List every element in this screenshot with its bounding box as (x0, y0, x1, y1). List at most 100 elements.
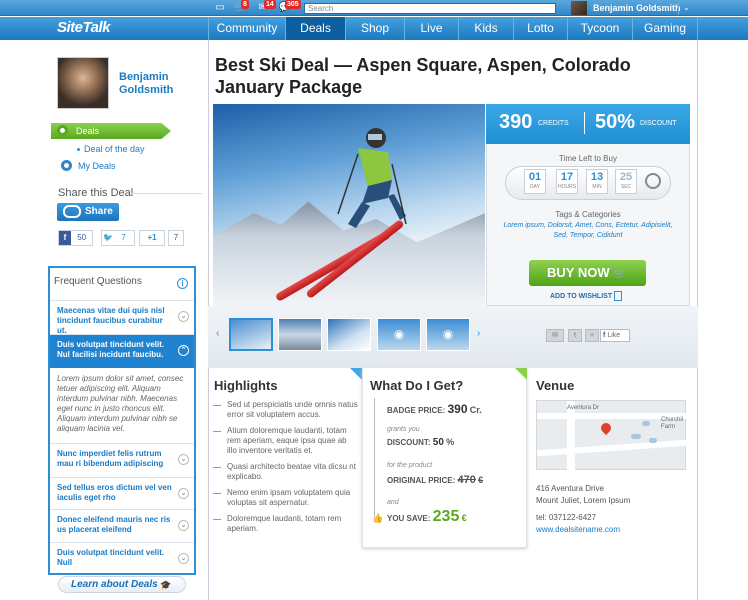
monitor-icon[interactable]: ▭ (213, 2, 227, 14)
venue-title: Venue (536, 378, 575, 393)
chevron-down-icon[interactable]: ⌄ (178, 520, 189, 531)
nav-lotto[interactable]: Lotto (513, 17, 567, 40)
sidebar-item-deals[interactable]: Deals (51, 123, 171, 139)
share-title: Share this Deal (58, 187, 134, 199)
for-product-text: for the product (387, 462, 433, 469)
nav-live[interactable]: Live (404, 17, 458, 40)
speech-bubble-icon (63, 205, 81, 218)
thumbnail[interactable] (229, 318, 273, 351)
like-label: Like (607, 332, 621, 339)
highlight-item: Nemo enim ipsam voluptatem quia voluptas… (213, 488, 358, 508)
timer-day: 01 DAY (524, 169, 546, 194)
chevron-left-icon[interactable]: ‹ (216, 328, 219, 339)
nav-tycoon[interactable]: Tycoon (567, 17, 632, 40)
timer-sec: 25 SEC (615, 169, 637, 194)
faq-title: Frequent Questions (54, 276, 142, 287)
badge-price-value: 390 (447, 402, 468, 416)
faq-item[interactable]: Sed tellus eros dictum vel ven iaculis e… (50, 477, 194, 508)
address-line: Mount Juliet, Lorem Ipsum (536, 496, 631, 505)
highlights-list: Sed ut perspiciatis unde omnis natus err… (213, 400, 358, 540)
faq-item[interactable]: Nunc imperdiet felis rutrum mau ri biben… (50, 443, 194, 474)
credits-value: 390 (499, 111, 533, 133)
nav-deals[interactable]: Deals (285, 17, 345, 40)
faq-item-active[interactable]: Duis volutpat tincidunt velit. Nul facil… (50, 334, 194, 368)
user-name[interactable]: Benjamin Goldsmith (593, 3, 681, 13)
you-save-value: 235 (432, 508, 460, 525)
highlight-item: Sed ut perspiciatis unde omnis natus err… (213, 400, 358, 420)
twitter-count: 7 (121, 233, 126, 242)
faq-item[interactable]: Donec eleifend mauris nec ris us placera… (50, 509, 194, 540)
cart-badge: 8 (241, 0, 249, 9)
info-icon[interactable]: i (177, 278, 188, 289)
logo[interactable]: SiteTalk (57, 19, 110, 36)
search-input[interactable]: Search (304, 3, 556, 14)
skier-image (337, 128, 407, 228)
video-thumbnail[interactable]: ◉ (426, 318, 470, 351)
chevron-down-icon[interactable]: ⌄ (178, 311, 189, 322)
gplus-button[interactable]: +1 (139, 230, 165, 246)
chevron-down-icon[interactable]: ⌄ (178, 488, 189, 499)
sidebar-item-deal-of-day[interactable]: Deal of the day (84, 144, 145, 154)
you-save-unit: € (461, 513, 467, 523)
nav-kids[interactable]: Kids (458, 17, 513, 40)
timer-number: 01 (528, 171, 542, 183)
chevron-down-icon[interactable]: ⌄ (178, 553, 189, 564)
add-to-wishlist-link[interactable]: ADD TO WISHLIST (550, 293, 612, 300)
plus-icon[interactable]: + (585, 329, 599, 342)
chevron-down-icon[interactable]: ⌄ (678, 1, 694, 15)
tags-list[interactable]: Lorem ipsum, Dolorsit, Amet, Cons, Ectet… (500, 221, 676, 241)
faq-question: Nunc imperdiet felis rutrum mau ri biben… (57, 449, 164, 468)
faq-question: Duis volutpat tincidunt velit. Nul facil… (57, 340, 165, 359)
map-church-label: Churchil Farm (661, 417, 684, 430)
venue-map[interactable]: Aventura Dr Churchil Farm (536, 400, 688, 471)
chat-badge: 305 (285, 0, 301, 9)
thumbnail[interactable] (278, 318, 322, 351)
email-icon[interactable]: ✉ (546, 329, 564, 342)
tags-title: Tags & Categories (555, 210, 621, 219)
nav-shop[interactable]: Shop (345, 17, 404, 40)
original-price-unit: € (478, 475, 484, 485)
like-button[interactable]: f Like (600, 329, 630, 342)
twitter-icon[interactable]: t (568, 329, 582, 342)
discount-value: 50% (595, 111, 636, 133)
map-pond (649, 438, 657, 443)
chevron-right-icon[interactable]: › (477, 328, 480, 339)
venue-address: 416 Aventura Drive Mount Juliet, Lorem I… (536, 483, 630, 536)
corner-ribbon (515, 368, 527, 380)
faq-question: Donec eleifend mauris nec ris us placera… (57, 515, 171, 534)
timer-label: HOURS (557, 184, 577, 190)
bullet-icon (77, 148, 80, 151)
timer-label: DAY (530, 184, 540, 190)
timer-number: 17 (560, 171, 574, 183)
original-price-label: ORIGINAL PRICE: (387, 476, 456, 485)
thumbs-up-icon: 👍 (372, 513, 384, 523)
chevron-down-icon[interactable]: ⌄ (178, 454, 189, 465)
badge-price-unit: Cr. (469, 405, 482, 415)
profile-name[interactable]: Benjamin Goldsmith (119, 71, 199, 97)
you-save-row: YOU SAVE: 235 € (387, 508, 467, 526)
and-text: and (387, 499, 399, 506)
faq-item[interactable]: Duis volutpat tincidunt velit. Null ⌄ (50, 542, 194, 573)
address-line: 416 Aventura Drive (536, 484, 604, 493)
timer-label: MIN (592, 184, 602, 190)
venue-website-link[interactable]: www.dealsitename.com (536, 524, 630, 536)
map-pin-icon[interactable] (598, 420, 614, 436)
chevron-up-icon[interactable]: ⌃ (178, 345, 189, 356)
graduation-cap-icon: 🎓 (160, 580, 172, 590)
avatar[interactable] (571, 1, 587, 15)
sidebar-item-my-deals[interactable]: My Deals (78, 161, 116, 171)
facebook-button[interactable]: f 50 (58, 230, 93, 246)
main-nav: SiteTalk Community Deals Shop Live Kids … (0, 17, 748, 40)
profile-photo[interactable] (57, 57, 109, 109)
nav-gaming[interactable]: Gaming (632, 17, 698, 40)
top-bar: ▭ 🛒 8 ✉ 14 💬 305 Search Benjamin Goldsmi… (0, 0, 748, 16)
twitter-button[interactable]: 🐦 7 (101, 230, 135, 246)
timer-number: 13 (590, 171, 604, 183)
twitter-icon: 🐦 (103, 233, 113, 242)
buy-now-button[interactable]: BUY NOW 🛒 (529, 260, 646, 286)
discount-label: DISCOUNT: (387, 438, 431, 447)
timer-number: 25 (619, 171, 633, 183)
nav-community[interactable]: Community (208, 17, 285, 40)
video-thumbnail[interactable]: ◉ (377, 318, 421, 351)
thumbnail[interactable] (327, 318, 371, 351)
